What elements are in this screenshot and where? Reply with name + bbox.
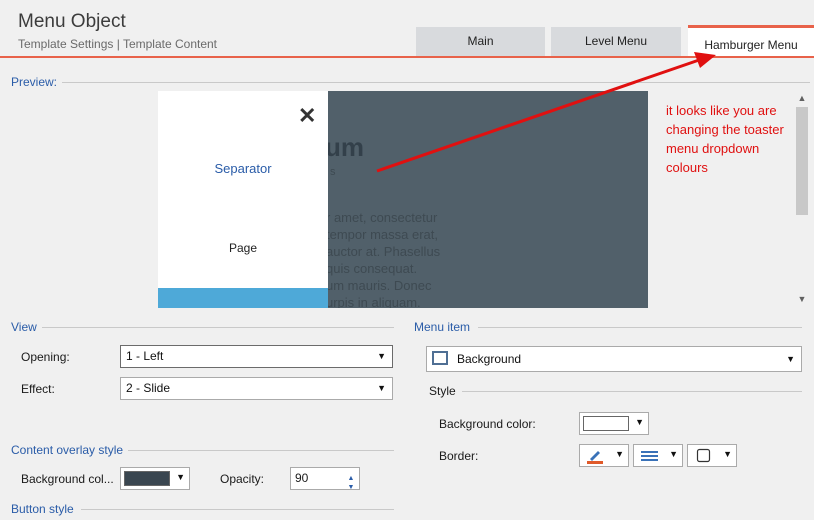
border-style-picker[interactable]: ▼: [633, 444, 683, 467]
preview-pane: um s r amet, consectetur tempor massa er…: [158, 91, 648, 308]
scroll-up-icon[interactable]: ▲: [794, 93, 810, 103]
button-style-section-label: Button style: [11, 502, 74, 516]
menu-item-section-label: Menu item: [414, 320, 471, 334]
menu-item-select[interactable]: Background ▼: [426, 346, 802, 372]
decrement-icon[interactable]: ▼: [345, 477, 357, 498]
drawer-page-item[interactable]: Page: [158, 241, 328, 255]
divider: [42, 327, 394, 328]
tab-main[interactable]: Main: [416, 27, 545, 56]
preview-bg-heading: um: [325, 132, 364, 162]
close-icon[interactable]: ✕: [298, 103, 316, 129]
divider: [62, 82, 810, 83]
border-sides-picker[interactable]: ▼: [687, 444, 737, 467]
overlay-bg-color-picker[interactable]: ▼: [120, 467, 190, 490]
preview-label: Preview:: [11, 75, 58, 89]
background-icon: [432, 351, 448, 365]
overlay-color-swatch: [124, 471, 170, 486]
preview-bg-line: um mauris. Donec: [326, 278, 432, 293]
preview-scrollbar[interactable]: ▲ ▼: [794, 91, 810, 308]
breadcrumb[interactable]: Template Settings | Template Content: [18, 37, 217, 51]
preview-bg-line: tempor massa erat,: [326, 227, 438, 242]
border-color-picker[interactable]: ▼: [579, 444, 629, 467]
chevron-down-icon: ▼: [377, 351, 386, 361]
style-section-label: Style: [429, 384, 456, 398]
chevron-down-icon: ▼: [377, 383, 386, 393]
chevron-down-icon: ▼: [723, 449, 732, 459]
scroll-thumb[interactable]: [796, 107, 808, 215]
opening-label: Opening:: [21, 350, 70, 364]
divider: [128, 450, 394, 451]
preview-bg-line: quis consequat.: [326, 261, 418, 276]
effect-select[interactable]: 2 - Slide ▼: [120, 377, 393, 400]
hamburger-drawer: ✕ Separator Page: [158, 91, 328, 308]
opacity-stepper[interactable]: 90 ▲ ▼: [290, 467, 360, 491]
divider: [478, 327, 802, 328]
page-title: Menu Object: [18, 11, 126, 32]
border-label: Border:: [439, 449, 479, 463]
chevron-down-icon: ▼: [635, 417, 644, 427]
drawer-active-item[interactable]: [158, 288, 328, 308]
preview-bg-line: r amet, consectetur: [326, 210, 438, 225]
menu-bg-color-label: Background color:: [439, 417, 536, 431]
tab-hamburger-menu[interactable]: Hamburger Menu: [688, 25, 814, 58]
opacity-label: Opacity:: [220, 472, 265, 486]
chevron-down-icon: ▼: [669, 449, 678, 459]
content-overlay-section-label: Content overlay style: [11, 443, 124, 457]
menu-bg-color-picker[interactable]: ▼: [579, 412, 649, 435]
view-section-label: View: [11, 320, 37, 334]
preview-bg-line: urpis in aliquam.: [326, 295, 421, 308]
tab-level-menu[interactable]: Level Menu: [551, 27, 681, 56]
header-accent-line: [0, 56, 814, 58]
border-lines-icon: [641, 451, 658, 461]
divider: [81, 509, 394, 510]
divider: [462, 391, 802, 392]
chevron-down-icon: ▼: [615, 449, 624, 459]
effect-value: 2 - Slide: [126, 381, 171, 395]
scroll-down-icon[interactable]: ▼: [794, 294, 810, 304]
effect-label: Effect:: [21, 382, 55, 396]
opening-select[interactable]: 1 - Left ▼: [120, 345, 393, 368]
menu-item-value: Background: [457, 352, 522, 366]
chevron-down-icon: ▼: [176, 472, 185, 482]
menu-color-swatch: [583, 416, 629, 431]
header: Menu Object Template Settings | Template…: [0, 0, 814, 58]
pen-color-icon: [587, 451, 603, 464]
menu-object-dialog: Menu Object Template Settings | Template…: [0, 0, 814, 520]
preview-bg-subtext: s: [330, 166, 336, 178]
overlay-bg-color-label: Background col...: [21, 472, 114, 486]
annotation-note: it looks like you are changing the toast…: [666, 103, 784, 175]
drawer-separator-label: Separator: [214, 161, 272, 176]
chevron-down-icon: ▼: [786, 354, 795, 364]
preview-bg-line: auctor at. Phasellus: [326, 244, 441, 259]
border-box-icon: [696, 448, 711, 463]
opening-value: 1 - Left: [126, 349, 164, 363]
opacity-value: 90: [295, 471, 309, 485]
